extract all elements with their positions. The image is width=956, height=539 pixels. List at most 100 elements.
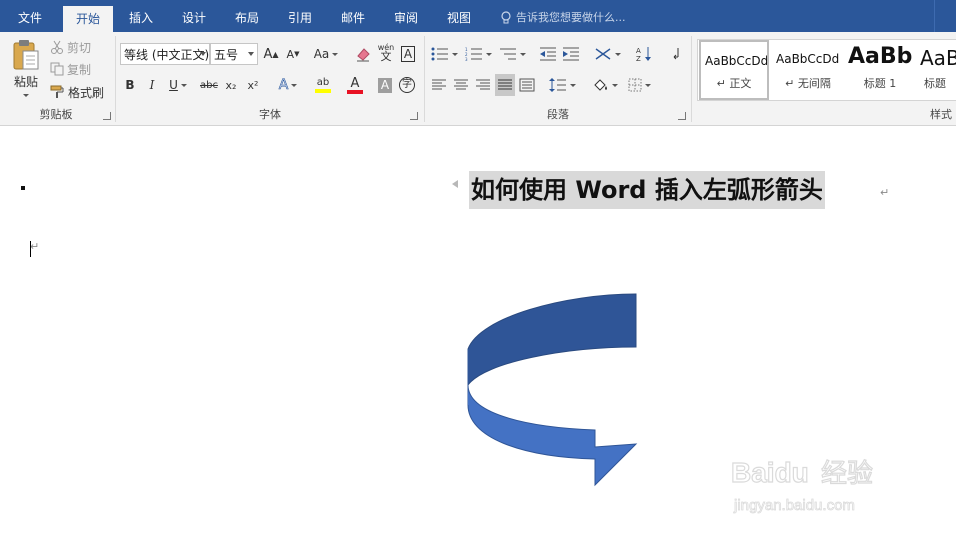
superscript-button[interactable]: x² bbox=[244, 74, 262, 96]
style-heading-1-name: 标题 1 bbox=[863, 77, 897, 90]
svg-text:A: A bbox=[636, 47, 641, 55]
sort-button[interactable]: AZ bbox=[634, 43, 654, 65]
increase-indent-button[interactable] bbox=[561, 43, 581, 65]
justify-icon bbox=[498, 79, 512, 90]
character-border-button[interactable]: A bbox=[399, 43, 417, 65]
chevron-down-icon bbox=[200, 52, 206, 56]
enclose-characters-icon: 字 bbox=[399, 77, 415, 93]
distributed-button[interactable] bbox=[517, 74, 537, 96]
bullets-button[interactable] bbox=[429, 43, 459, 65]
style-title-name: 标题 bbox=[924, 77, 946, 90]
text-cursor bbox=[30, 241, 31, 257]
chevron-down-icon bbox=[248, 52, 254, 56]
numbering-button[interactable]: 123 bbox=[463, 43, 493, 65]
multilevel-list-button[interactable] bbox=[497, 43, 527, 65]
style-heading-1[interactable]: AaBb 标题 1 bbox=[844, 40, 916, 100]
align-center-icon bbox=[454, 79, 468, 90]
subscript-button[interactable]: x₂ bbox=[222, 74, 240, 96]
clear-formatting-button[interactable] bbox=[354, 43, 372, 65]
borders-button[interactable] bbox=[624, 74, 654, 96]
paste-dropdown-arrow[interactable] bbox=[23, 94, 29, 97]
font-name-value: 等线 (中文正文) bbox=[124, 47, 210, 62]
paint-bucket-icon bbox=[593, 79, 607, 91]
paragraph-mark-icon bbox=[673, 48, 679, 60]
tab-review[interactable]: 审阅 bbox=[385, 6, 427, 32]
eraser-icon bbox=[357, 48, 370, 62]
tab-home[interactable]: 开始 bbox=[63, 6, 113, 32]
line-spacing-button[interactable] bbox=[547, 74, 577, 96]
change-case-button[interactable]: Aa bbox=[311, 43, 341, 65]
grow-font-button[interactable]: A ▲ bbox=[262, 43, 280, 65]
align-left-icon bbox=[432, 79, 446, 90]
character-shading-button[interactable]: A bbox=[376, 74, 394, 96]
italic-button[interactable]: I bbox=[143, 74, 161, 96]
style-no-spacing-label: 无间隔 bbox=[797, 77, 831, 90]
tab-design[interactable]: 设计 bbox=[173, 6, 215, 32]
style-no-spacing-preview: AaBbCcDd bbox=[776, 52, 840, 66]
svg-text:Baidu: Baidu bbox=[731, 457, 809, 488]
increase-indent-icon bbox=[563, 47, 579, 61]
group-divider bbox=[691, 36, 692, 122]
format-painter-button[interactable]: 格式刷 bbox=[50, 82, 104, 102]
font-color-button[interactable]: A bbox=[340, 74, 370, 96]
clipboard-group-label: 剪贴板 bbox=[39, 108, 73, 121]
svg-text:Z: Z bbox=[636, 55, 641, 62]
tab-mailings[interactable]: 邮件 bbox=[332, 6, 374, 32]
clipboard-launcher-icon[interactable] bbox=[103, 112, 111, 120]
tab-view[interactable]: 视图 bbox=[438, 6, 480, 32]
styles-group-label: 样式 bbox=[930, 108, 952, 121]
shading-button[interactable] bbox=[590, 74, 620, 96]
tab-references[interactable]: 引用 bbox=[279, 6, 321, 32]
align-right-button[interactable] bbox=[473, 74, 493, 96]
document-heading[interactable]: 如何使用 Word 插入左弧形箭头 bbox=[469, 171, 825, 209]
chevron-down-icon bbox=[611, 83, 618, 87]
highlight-color-bar bbox=[315, 88, 331, 93]
tell-me-search[interactable]: 告诉我您想要做什么... bbox=[500, 6, 626, 30]
cut-button[interactable]: 剪切 bbox=[50, 37, 91, 57]
tabbar-divider bbox=[934, 0, 935, 32]
style-title[interactable]: AaBb 标题 bbox=[916, 40, 956, 100]
paste-button[interactable]: 粘贴 bbox=[8, 36, 44, 100]
decrease-indent-button[interactable] bbox=[538, 43, 558, 65]
empty-paragraph-mark: ↵ bbox=[30, 240, 40, 253]
font-launcher-icon[interactable] bbox=[410, 112, 418, 120]
align-center-button[interactable] bbox=[451, 74, 471, 96]
style-no-spacing[interactable]: AaBbCcDd ↵ 无间隔 bbox=[772, 40, 844, 100]
clipboard-icon bbox=[13, 40, 39, 70]
font-size-value: 五号 bbox=[214, 47, 239, 62]
style-normal[interactable]: AaBbCcDd ↵ 正文 bbox=[699, 40, 769, 100]
style-title-preview: AaBb bbox=[920, 46, 956, 70]
style-heading-1-preview: AaBb bbox=[848, 44, 913, 69]
left-curved-arrow-shape[interactable] bbox=[460, 287, 650, 487]
font-size-select[interactable]: 五号 bbox=[210, 43, 258, 65]
tab-layout[interactable]: 布局 bbox=[226, 6, 268, 32]
show-marks-button[interactable] bbox=[666, 43, 684, 65]
enclose-characters-button[interactable]: 字 bbox=[397, 74, 417, 96]
tab-insert[interactable]: 插入 bbox=[120, 6, 162, 32]
font-name-select[interactable]: 等线 (中文正文) bbox=[120, 43, 210, 65]
highlight-button[interactable]: ab bbox=[307, 74, 339, 96]
distributed-icon bbox=[519, 78, 535, 92]
paragraph-launcher-icon[interactable] bbox=[678, 112, 686, 120]
collapse-heading-icon[interactable] bbox=[452, 180, 458, 188]
document-page[interactable]: ↵ 如何使用 Word 插入左弧形箭头 ↵ Baidu 经验 jingyan.b… bbox=[0, 127, 956, 539]
bold-button[interactable]: B bbox=[121, 74, 139, 96]
sort-icon: AZ bbox=[636, 47, 651, 62]
tell-me-text: 告诉我您想要做什么... bbox=[516, 11, 626, 24]
text-effects-button[interactable]: A bbox=[274, 74, 302, 96]
tab-file[interactable]: 文件 bbox=[8, 6, 52, 32]
chevron-down-icon bbox=[332, 52, 339, 56]
underline-icon: U bbox=[169, 78, 178, 92]
grow-font-icon: A bbox=[263, 46, 273, 62]
chinese-layout-button[interactable] bbox=[592, 43, 622, 65]
align-left-button[interactable] bbox=[429, 74, 449, 96]
bullet-list-icon bbox=[431, 47, 448, 61]
copy-button[interactable]: 复制 bbox=[50, 59, 91, 79]
font-group-label: 字体 bbox=[259, 108, 281, 121]
shrink-font-button[interactable]: A ▼ bbox=[284, 43, 302, 65]
justify-button[interactable] bbox=[495, 74, 515, 96]
phonetic-guide-button[interactable]: wén 文 bbox=[376, 41, 396, 63]
strikethrough-button[interactable]: abc bbox=[198, 74, 220, 96]
paintbrush-icon bbox=[50, 85, 64, 98]
underline-button[interactable]: U bbox=[165, 74, 191, 96]
